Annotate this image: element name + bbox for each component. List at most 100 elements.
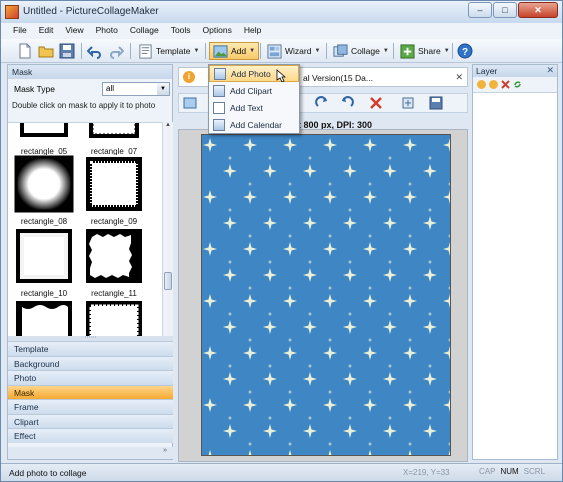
star-decoration [387,259,393,265]
star-decoration [383,164,397,178]
scrollbar-thumb[interactable] [164,272,172,290]
main-toolbar: Template ▼ Add ▼ Wizard ▼ Collage ▼ Shar… [1,39,562,63]
star-decoration [443,242,450,256]
refresh-icon[interactable] [513,80,522,89]
close-icon[interactable]: ✕ [546,65,554,76]
menu-item-add-text[interactable]: Add Text [209,99,299,116]
star-decoration [243,190,257,204]
star-decoration [243,242,257,256]
delete-layer-icon[interactable] [501,80,510,89]
save-icon[interactable] [59,43,75,59]
menu-tools[interactable]: Tools [165,23,197,39]
star-decoration [407,181,413,187]
mask-item[interactable]: rectangle_07 [84,123,144,156]
section-template[interactable]: Template [8,341,173,356]
rotate-left-icon[interactable] [340,96,354,110]
save-image-icon[interactable] [429,96,443,110]
star-decoration [328,450,332,455]
redo-icon[interactable] [108,43,124,59]
menu-photo[interactable]: Photo [90,23,124,39]
collage-button[interactable]: Collage ▼ [330,42,392,60]
star-decoration [343,424,357,438]
panel-expand-icon[interactable]: » [8,447,173,459]
menu-help[interactable]: Help [238,23,267,39]
star-decoration [367,285,373,291]
section-mask[interactable]: Mask [8,384,173,399]
minimize-button[interactable]: – [468,2,492,18]
menu-item-add-clipart[interactable]: Add Clipart [209,82,299,99]
template-button[interactable]: Template ▼ [135,42,202,60]
star-decoration [323,242,337,256]
section-frame[interactable]: Frame [8,399,173,414]
menu-collage[interactable]: Collage [124,23,165,39]
star-decoration [223,320,237,334]
undo-icon[interactable] [87,43,103,59]
section-background[interactable]: Background [8,355,173,370]
scroll-up-icon[interactable]: ▲ [163,122,173,132]
new-file-icon[interactable] [17,43,33,59]
delete-icon[interactable] [369,96,383,110]
close-icon[interactable]: ✕ [455,72,463,83]
rotate-right-icon[interactable] [315,96,329,110]
mask-item[interactable]: rectangle_08 [14,155,74,226]
collage-canvas[interactable] [201,134,451,456]
menu-file[interactable]: File [7,23,33,39]
mask-type-select[interactable]: all ▼ [102,82,170,96]
help-icon[interactable]: ? [457,43,473,59]
mask-thumbnail [84,123,144,143]
star-decoration [327,181,333,187]
canvas-area [178,129,468,462]
num-lock-indicator: NUM [500,467,519,476]
chevron-down-icon: ▼ [249,48,256,54]
star-decoration [447,285,450,291]
chevron-down-icon[interactable]: ▼ [157,83,169,95]
menu-options[interactable]: Options [197,23,238,39]
star-decoration [243,294,257,308]
layer-down-icon[interactable] [489,80,498,89]
star-decoration [343,164,357,178]
star-decoration [287,233,293,239]
layer-up-icon[interactable] [477,80,486,89]
star-decoration [283,138,297,152]
star-decoration [223,424,237,438]
open-folder-icon[interactable] [38,43,54,59]
star-decoration [407,233,413,239]
star-decoration [267,311,273,317]
menu-edit[interactable]: Edit [33,23,60,39]
section-clipart[interactable]: Clipart [8,413,173,428]
maximize-button[interactable]: □ [493,2,517,18]
calendar-icon [213,118,225,131]
mask-thumbnail [14,155,74,213]
star-decoration [423,320,437,334]
menu-item-add-photo[interactable]: Add Photo [209,65,299,82]
star-decoration [443,398,450,412]
image-icon[interactable] [183,96,197,110]
chevron-down-icon: ▼ [382,48,389,54]
share-button[interactable]: Share ▼ [397,42,453,60]
section-photo[interactable]: Photo [8,370,173,385]
mask-item[interactable]: rectangle_10 [14,227,74,298]
star-decoration [303,268,317,282]
menu-view[interactable]: View [59,23,89,39]
mask-item[interactable]: rectangle_05 [14,123,74,156]
mask-panel: Mask Mask Type all ▼ Double click on mas… [7,64,173,460]
template-icon [139,43,152,59]
close-button[interactable]: ✕ [518,2,558,18]
fit-icon[interactable] [401,96,415,110]
star-decoration [387,207,393,213]
section-effect[interactable]: Effect [8,428,173,443]
add-button[interactable]: Add ▼ [209,42,260,60]
status-message: Add photo to collage [9,468,87,478]
app-icon [5,5,19,19]
star-decoration [443,346,450,360]
mask-item[interactable]: rectangle_11 [84,227,144,298]
star-decoration [303,424,317,438]
menu-item-add-calendar[interactable]: Add Calendar [209,116,299,133]
star-decoration [247,441,253,447]
star-decoration [343,268,357,282]
wizard-button[interactable]: Wizard ▼ [264,42,323,60]
star-decoration [447,337,450,343]
window-controls: – □ ✕ [468,2,558,18]
star-decoration [323,294,337,308]
mask-item[interactable]: rectangle_09 [84,155,144,226]
